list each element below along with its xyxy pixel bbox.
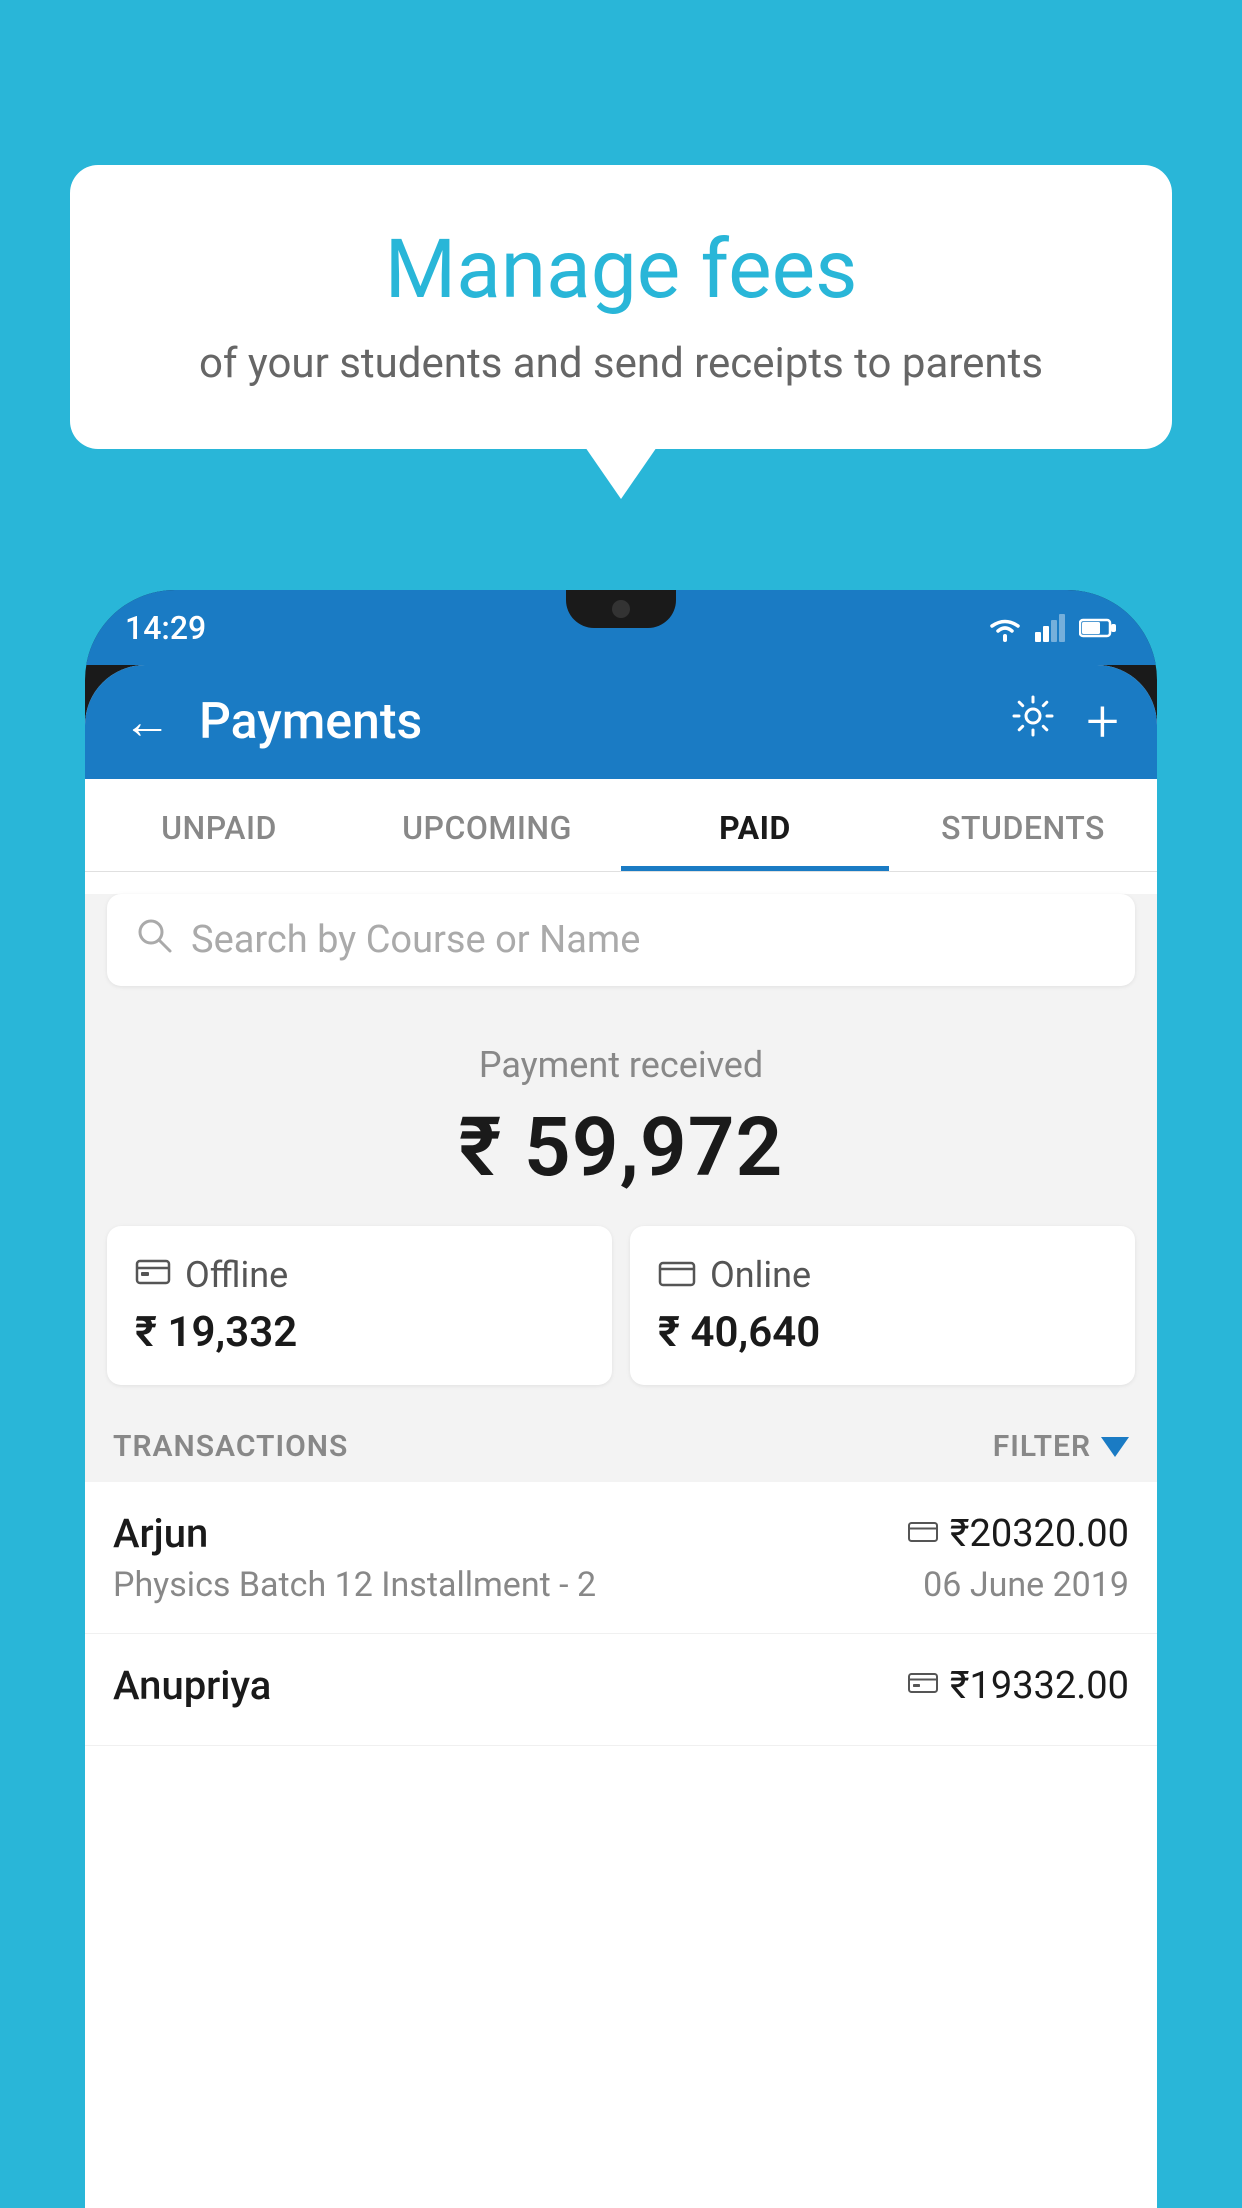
online-amount: ₹ 40,640 xyxy=(658,1308,1107,1357)
search-bar[interactable]: Search by Course or Name xyxy=(107,894,1135,986)
offline-amount: ₹ 19,332 xyxy=(135,1308,584,1357)
transaction-amount-wrap: ₹19332.00 xyxy=(908,1664,1129,1708)
transaction-bottom-row: Physics Batch 12 Installment - 2 06 June… xyxy=(113,1565,1129,1605)
payment-cards: Offline ₹ 19,332 Online xyxy=(107,1226,1135,1407)
transactions-label: TRANSACTIONS xyxy=(113,1429,348,1464)
bubble-title: Manage fees xyxy=(120,225,1122,315)
payment-card-offline: Offline ₹ 19,332 xyxy=(107,1226,612,1385)
app-header: ← Payments + xyxy=(85,665,1157,779)
offline-icon xyxy=(135,1254,171,1296)
search-placeholder-text: Search by Course or Name xyxy=(191,918,640,962)
tab-students[interactable]: STUDENTS xyxy=(889,779,1157,871)
search-icon xyxy=(135,916,173,964)
online-label: Online xyxy=(710,1254,811,1296)
filter-button[interactable]: FILTER xyxy=(993,1429,1129,1464)
tab-unpaid[interactable]: UNPAID xyxy=(85,779,353,871)
transaction-top-row: Arjun ₹20320.00 xyxy=(113,1510,1129,1557)
transaction-list: Arjun ₹20320.00 Physics xyxy=(85,1482,1157,1746)
add-button[interactable]: + xyxy=(1086,693,1119,751)
payment-card-online-header: Online xyxy=(658,1254,1107,1296)
header-title: Payments xyxy=(199,693,1010,751)
signal-icon xyxy=(1035,614,1067,642)
transaction-type-icon xyxy=(908,1668,938,1703)
transaction-type-icon xyxy=(908,1516,938,1551)
payment-received-label: Payment received xyxy=(105,1044,1137,1086)
filter-icon xyxy=(1101,1437,1129,1457)
table-row[interactable]: Anupriya ₹19332.00 xyxy=(85,1634,1157,1746)
app-screen: ← Payments + UNPAID UPCOMING PAID STUDEN… xyxy=(85,665,1157,2208)
wifi-icon xyxy=(987,614,1023,642)
battery-icon xyxy=(1079,617,1117,639)
speech-bubble: Manage fees of your students and send re… xyxy=(70,165,1172,449)
transaction-amount: ₹19332.00 xyxy=(950,1664,1129,1708)
online-icon xyxy=(658,1254,696,1296)
payment-card-online: Online ₹ 40,640 xyxy=(630,1226,1135,1385)
transaction-course: Physics Batch 12 Installment - 2 xyxy=(113,1565,596,1605)
content-area: Search by Course or Name Payment receive… xyxy=(85,894,1157,1746)
settings-button[interactable] xyxy=(1010,693,1056,751)
header-icons: + xyxy=(1010,693,1119,751)
transaction-amount: ₹20320.00 xyxy=(950,1512,1129,1556)
table-row[interactable]: Arjun ₹20320.00 Physics xyxy=(85,1482,1157,1634)
filter-label: FILTER xyxy=(993,1429,1091,1464)
status-time: 14:29 xyxy=(125,609,206,647)
back-button[interactable]: ← xyxy=(123,698,171,746)
transaction-name: Anupriya xyxy=(113,1662,271,1709)
transactions-header: TRANSACTIONS FILTER xyxy=(85,1407,1157,1482)
transaction-date: 06 June 2019 xyxy=(923,1565,1129,1605)
tabs-bar: UNPAID UPCOMING PAID STUDENTS xyxy=(85,779,1157,872)
offline-label: Offline xyxy=(185,1254,288,1296)
payment-card-offline-header: Offline xyxy=(135,1254,584,1296)
bubble-subtitle: of your students and send receipts to pa… xyxy=(120,335,1122,394)
status-icons xyxy=(987,614,1117,642)
phone-device: 14:29 xyxy=(85,590,1157,2208)
phone-notch xyxy=(566,590,676,628)
transaction-amount-wrap: ₹20320.00 xyxy=(908,1512,1129,1556)
status-bar: 14:29 xyxy=(85,590,1157,665)
tab-paid[interactable]: PAID xyxy=(621,779,889,871)
transaction-name: Arjun xyxy=(113,1510,208,1557)
tab-upcoming[interactable]: UPCOMING xyxy=(353,779,621,871)
payment-summary: Payment received ₹ 59,972 xyxy=(85,1008,1157,1226)
transaction-top-row: Anupriya ₹19332.00 xyxy=(113,1662,1129,1709)
camera-dot xyxy=(612,600,630,618)
payment-received-amount: ₹ 59,972 xyxy=(105,1100,1137,1196)
